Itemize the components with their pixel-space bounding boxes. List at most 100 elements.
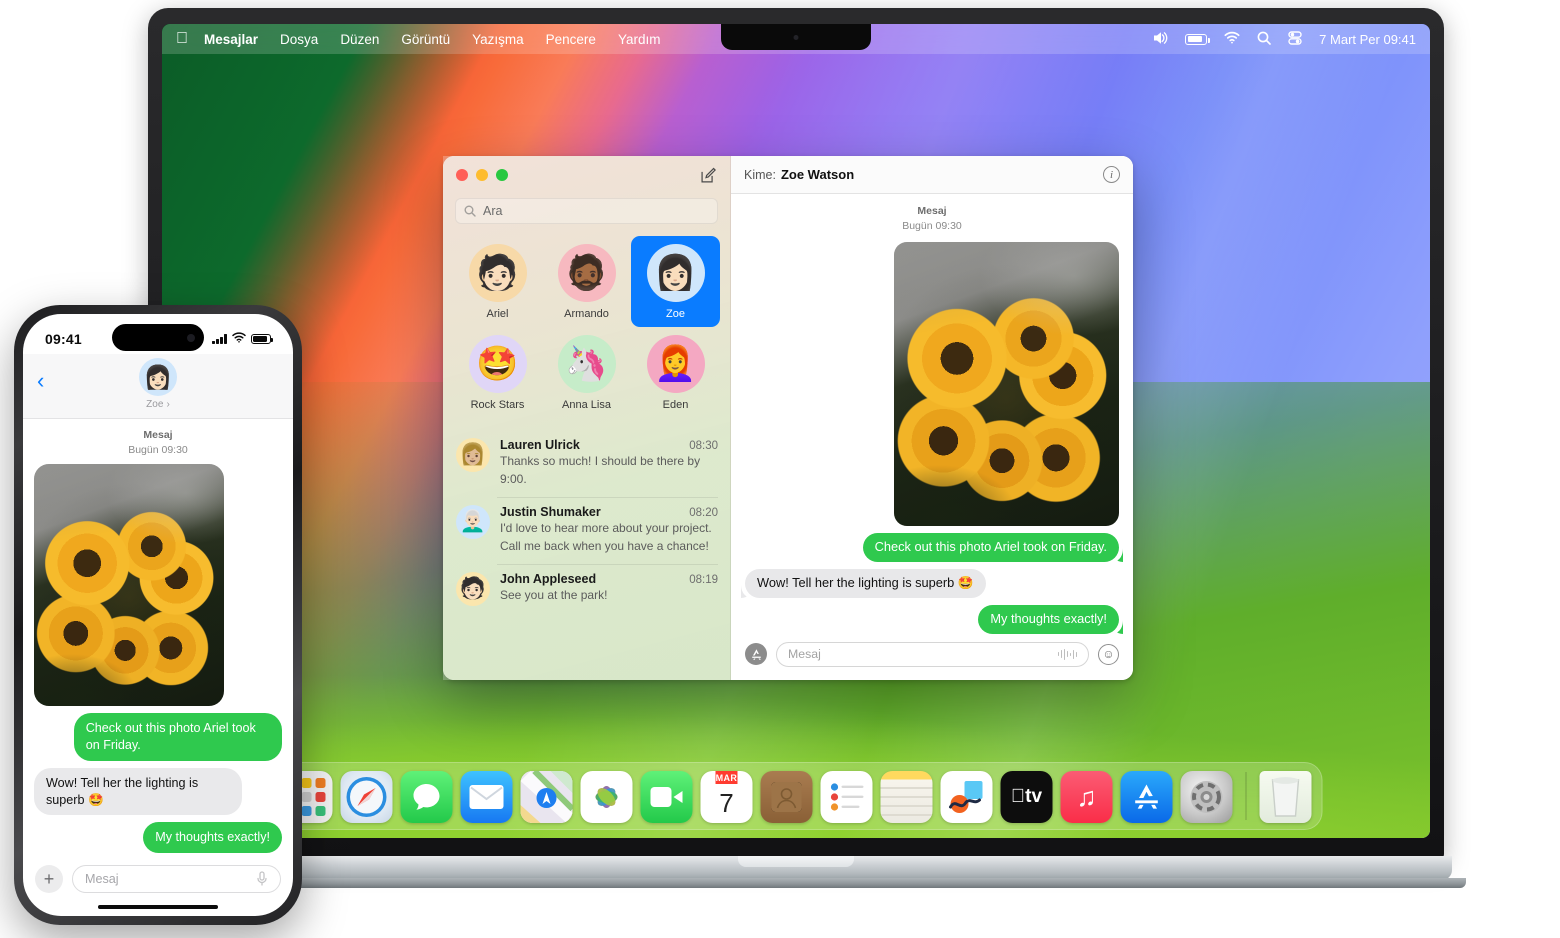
menu-item-edit[interactable]: Düzen	[340, 32, 379, 47]
dock-item-system-settings[interactable]	[1180, 771, 1233, 823]
plus-icon[interactable]: +	[35, 865, 63, 893]
mail-icon	[469, 785, 504, 809]
search-placeholder: Ara	[483, 204, 503, 218]
pinned-zoe[interactable]: 👩🏻 Zoe	[631, 236, 720, 327]
dock-divider	[1245, 772, 1247, 820]
menu-item-file[interactable]: Dosya	[280, 32, 318, 47]
macbook-base	[140, 856, 1452, 880]
volume-icon[interactable]	[1151, 31, 1168, 48]
message-bubble-received[interactable]: Wow! Tell her the lighting is superb 🤩	[745, 569, 986, 599]
message-input[interactable]: Mesaj	[776, 641, 1089, 667]
search-input[interactable]: Ara	[455, 198, 718, 224]
list-item-body: John Appleseed 08:19 See you at the park…	[500, 572, 718, 606]
dock-item-photos[interactable]	[580, 771, 633, 823]
minimize-button[interactable]	[476, 169, 488, 181]
macbook-device:  Mesajlar Dosya Düzen Görüntü Yazışma P…	[148, 8, 1444, 860]
back-chevron-icon[interactable]: ‹	[37, 370, 44, 392]
avatar: 👩🏻	[646, 244, 705, 302]
calendar-day: 7	[719, 788, 734, 818]
dock-item-calendar[interactable]: MAR 7	[700, 771, 753, 823]
iphone-screen: 09:41 ‹ 👩🏻 Zoe › Mesaj Bugün 09:30 Check…	[23, 314, 293, 916]
zoom-button[interactable]	[496, 169, 508, 181]
window-chrome	[443, 156, 730, 194]
dock-item-reminders[interactable]	[820, 771, 873, 823]
message-attachment-photo[interactable]	[34, 464, 224, 707]
compose-icon[interactable]	[700, 167, 717, 184]
iphone-message-thread: Mesaj Bugün 09:30 Check out this photo A…	[23, 419, 293, 853]
pinned-ariel[interactable]: 🧑🏻 Ariel	[453, 236, 542, 327]
info-icon[interactable]: i	[1103, 166, 1120, 183]
dock-item-freeform[interactable]	[940, 771, 993, 823]
message-bubble-sent[interactable]: Check out this photo Ariel took on Frida…	[73, 713, 282, 761]
peer-name: Zoe ›	[146, 398, 170, 410]
message-bubble-sent[interactable]: My thoughts exactly!	[143, 822, 282, 853]
menubar-status-items: 7 Mart Per 09:41	[1151, 31, 1416, 48]
menu-item-help[interactable]: Yardım	[618, 32, 661, 47]
control-center-icon[interactable]	[1288, 31, 1302, 48]
list-item[interactable]: 🧑🏻 John Appleseed 08:19 See you at the p…	[443, 564, 730, 615]
dock-item-safari[interactable]	[340, 771, 393, 823]
message-attachment-photo[interactable]	[894, 242, 1119, 527]
dynamic-island	[112, 324, 204, 351]
front-camera-icon	[187, 333, 195, 342]
pinned-rock-stars[interactable]: 🤩 Rock Stars	[453, 327, 542, 418]
avatar: 👩‍🦰	[646, 335, 705, 393]
audio-waveform-icon[interactable]	[1057, 648, 1077, 660]
dock-item-mail[interactable]	[460, 771, 513, 823]
thread-date: Bugün 09:30	[128, 443, 188, 456]
wifi-icon[interactable]	[1224, 31, 1240, 47]
thread-service: Mesaj	[143, 429, 173, 441]
contact-name: Justin Shumaker	[500, 505, 601, 519]
dock-item-app-store[interactable]	[1120, 771, 1173, 823]
dock-item-facetime[interactable]	[640, 771, 693, 823]
battery-icon	[251, 334, 273, 344]
microphone-icon[interactable]	[256, 871, 268, 887]
dock-item-trash[interactable]	[1259, 771, 1312, 823]
menu-item-app[interactable]: Mesajlar	[204, 32, 258, 47]
timestamp: 08:30	[689, 440, 718, 452]
dock-item-music[interactable]: ♫	[1060, 771, 1113, 823]
menubar-clock[interactable]: 7 Mart Per 09:41	[1319, 32, 1416, 47]
dock-item-notes[interactable]	[880, 771, 933, 823]
conversation-header: Kime: Zoe Watson i	[731, 156, 1133, 194]
recipient-name[interactable]: Zoe Watson	[781, 167, 854, 182]
message-bubble-sent[interactable]: Check out this photo Ariel took on Frida…	[862, 533, 1119, 563]
emoji-icon[interactable]: ☺	[1098, 643, 1119, 665]
menu-item-conversation[interactable]: Yazışma	[472, 32, 524, 47]
app-store-icon[interactable]	[745, 643, 767, 665]
message-bubble-received[interactable]: Wow! Tell her the lighting is superb 🤩	[34, 767, 243, 816]
iphone-status-bar: 09:41	[23, 314, 293, 354]
search-icon[interactable]	[1257, 31, 1271, 48]
message-preview: See you at the park!	[500, 588, 608, 602]
dock-item-maps[interactable]	[520, 771, 573, 823]
pinned-eden[interactable]: 👩‍🦰 Eden	[631, 327, 720, 418]
list-item[interactable]: 👨🏻‍🦳 Justin Shumaker 08:20 I'd love to h…	[443, 497, 730, 564]
iphone-nav-bar: ‹ 👩🏻 Zoe ›	[23, 354, 293, 419]
message-input[interactable]: Mesaj	[72, 865, 281, 893]
message-placeholder: Mesaj	[85, 872, 119, 886]
message-thread: Mesaj Bugün 09:30 Check out this photo A…	[731, 194, 1133, 634]
pinned-armando[interactable]: 🧔🏾 Armando	[542, 236, 631, 327]
close-button[interactable]	[456, 169, 468, 181]
apple-menu-icon[interactable]: 	[176, 31, 188, 47]
message-bubble-sent[interactable]: My thoughts exactly!	[978, 605, 1119, 634]
list-item-body: Justin Shumaker 08:20 I'd love to hear m…	[500, 505, 718, 555]
dock-item-contacts[interactable]	[760, 771, 813, 823]
pinned-label: Eden	[662, 399, 689, 411]
battery-icon[interactable]	[1185, 33, 1211, 45]
avatar: 🧑🏻	[468, 244, 527, 302]
menu-item-view[interactable]: Görüntü	[401, 32, 450, 47]
pinned-label: Rock Stars	[470, 399, 525, 411]
contact-name: Lauren Ulrick	[500, 438, 580, 452]
search-icon	[464, 205, 476, 217]
pinned-anna-lisa[interactable]: 🦄 Anna Lisa	[542, 327, 631, 418]
menu-item-window[interactable]: Pencere	[546, 32, 596, 47]
conversation-peer[interactable]: 👩🏻 Zoe ›	[139, 358, 177, 410]
traffic-lights	[456, 169, 508, 181]
cellular-icon	[212, 334, 227, 344]
list-item[interactable]: 👩🏼 Lauren Ulrick 08:30 Thanks so much! I…	[443, 430, 730, 497]
notes-icon	[880, 787, 933, 816]
thread-service: Mesaj	[917, 205, 947, 217]
dock-item-messages[interactable]	[400, 771, 453, 823]
dock-item-apple-tv[interactable]: tv	[1000, 771, 1053, 823]
